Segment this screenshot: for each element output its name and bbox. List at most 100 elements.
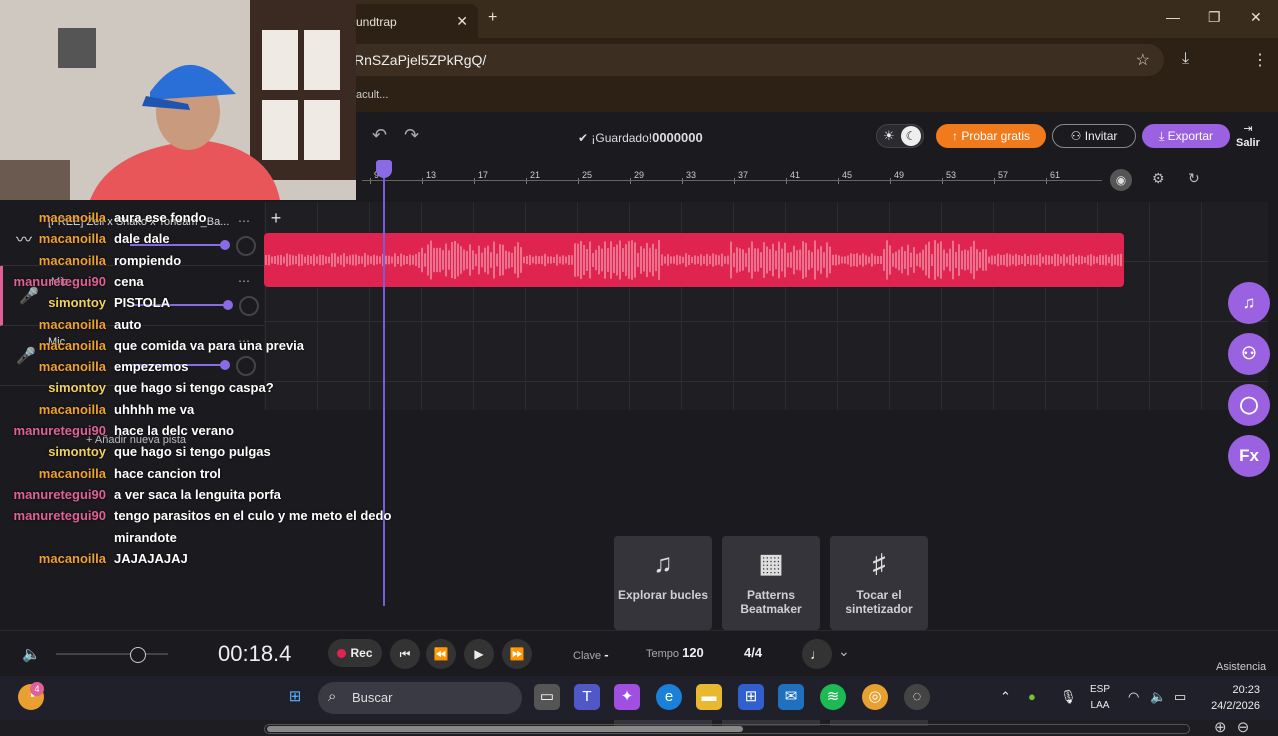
settings-gear-icon[interactable]: ⚙ [1152,170,1165,187]
chat-message: macanoilla dale dale [0,231,170,247]
ruler-tick: 57 [993,170,1009,184]
ruler-tick: 61 [1045,170,1061,184]
store-icon[interactable]: ⊞ [738,684,764,710]
rewind-button[interactable]: ⏪ [426,639,456,669]
chat-text: JAJAJAJAJ [114,550,188,566]
volume-icon[interactable]: 🔈 [22,645,41,663]
lane[interactable] [264,322,1268,382]
microphone-icon[interactable]: 🎙 [1060,689,1077,705]
try-free-label: Probar gratis [961,129,1031,143]
chat-text: dale dale [114,231,170,247]
outlook-icon[interactable]: ✉ [778,684,804,710]
battery-icon[interactable]: ▭ [1174,689,1186,705]
zoom-out-icon[interactable]: ⊖ [1237,719,1250,736]
chat-message: simontoy que hago si tengo caspa? [0,380,273,395]
chat-message: macanoilla rompiendo [0,253,181,268]
metronome-icon[interactable]: ♩ [802,639,832,669]
taskbar-search[interactable]: ⌕ Buscar [318,682,522,714]
chrome-icon[interactable]: ◎ [862,684,888,710]
bookmark-item[interactable]: acult... [356,89,388,101]
ruler-tick: 37 [733,170,749,184]
browser-tab[interactable]: undtrap ✕ [350,4,478,38]
chat-text: hace cancion trol [114,465,221,481]
music-note-icon[interactable]: ♫ [1228,282,1270,324]
quick-action-tile[interactable]: ♫ Explorar bucles [614,536,712,630]
tile-label: Tocar el sintetizador [845,588,913,616]
theme-toggle[interactable]: ☀ ☾ [876,124,924,148]
headphones-icon[interactable]: ◉ [1110,169,1132,191]
clock[interactable]: 20:23 24/2/2026 [1208,682,1260,714]
assistance-link[interactable]: Asistencia [1216,661,1266,673]
ruler-tick: 13 [421,170,437,184]
undo-icon[interactable]: ↶ [372,125,387,146]
invite-button[interactable]: ⚇ Invitar [1052,124,1136,148]
chat-username: simontoy [48,444,106,460]
chat-icon[interactable]: ◯ [1228,384,1270,426]
bookmark-star-icon[interactable]: ☆ [1136,50,1150,70]
horizontal-scrollbar[interactable] [264,724,1190,734]
restore-icon[interactable]: ❐ [1208,9,1221,26]
download-icon[interactable]: ⤓ [1182,50,1189,68]
chat-text: uhhhh me va [114,401,195,417]
spotify-icon[interactable]: ≋ [820,684,846,710]
quick-action-tile[interactable]: ▦ Patterns Beatmaker [722,536,820,630]
quick-action-tile[interactable]: ♯ Tocar el sintetizador [830,536,928,630]
chat-message: mirandote [0,530,177,545]
chat-message: manuretegui90 cena [0,274,144,289]
file-explorer-icon[interactable]: ▬ [696,684,722,710]
copilot-icon[interactable]: ✦ [614,684,640,710]
obs-icon[interactable]: ◌ [904,684,930,710]
export-button[interactable]: ⤓ Exportar [1142,124,1230,148]
tempo-selector[interactable]: Tempo 120 [646,645,704,660]
address-bar[interactable]: RnSZaPjel5ZPkRgQ/ ☆ [340,44,1164,76]
fast-forward-button[interactable]: ⏩ [502,639,532,669]
tile-label: Explorar bucles [617,588,709,602]
search-icon: ⌕ [328,688,337,705]
windows-start-icon[interactable]: ⊞ [282,684,308,710]
new-tab-icon[interactable]: + [488,9,497,27]
chat-message: macanoilla que comida va para una previa [0,338,304,353]
chat-username: macanoilla [38,401,106,417]
chat-text: aura ese fondo [114,210,207,225]
task-view-icon[interactable]: ▭ [534,684,560,710]
windows-taskbar: ◔ 4 ⊞ ⌕ Buscar ▭ T ✦ e ▬ ⊞ ✉ ≋ ◎ ◌ ⌃ ● 🎙 … [0,676,1278,720]
tray-app-icon[interactable]: ● [1028,689,1036,704]
teams-icon[interactable]: T [574,684,600,710]
fx-icon[interactable]: Fx [1228,435,1270,477]
chat-message: macanoilla uhhhh me va [0,401,194,417]
transport-bar: 🔈 00:18.4 Rec ⏮ ⏪ ▶ ⏩ Clave - Tempo 120 … [0,630,1278,676]
language-indicator[interactable]: ESP LAA [1090,682,1110,714]
redo-icon[interactable]: ↷ [404,125,419,146]
chevron-down-icon[interactable]: ⌄ [838,643,850,660]
menu-icon[interactable]: ⋮ [1252,50,1268,70]
grid-line [1201,202,1202,410]
skip-to-start-button[interactable]: ⏮ [390,639,420,669]
close-window-icon[interactable]: ✕ [1250,9,1262,26]
chat-text: que hago si tengo caspa? [114,380,274,396]
master-volume-slider[interactable] [56,647,168,663]
loop-icon[interactable]: ↻ [1188,170,1200,187]
search-label: Buscar [352,690,393,705]
speaker-icon[interactable]: 🔈 [1150,689,1166,705]
record-button[interactable]: Rec [328,639,382,667]
collaborators-icon[interactable]: ⚇ [1228,333,1270,375]
key-selector[interactable]: Clave - [573,647,609,662]
edge-icon[interactable]: e [656,684,682,710]
play-button[interactable]: ▶ [464,639,494,669]
check-icon: ✔ [578,131,592,145]
show-hidden-icons[interactable]: ⌃ [1000,689,1011,705]
zoom-controls: ⊕ ⊖ [1214,718,1249,736]
close-tab-icon[interactable]: ✕ [456,13,468,30]
meter-selector[interactable]: 4/4 [744,645,762,660]
zoom-in-icon[interactable]: ⊕ [1214,719,1227,736]
chat-username: simontoy [48,295,106,311]
wifi-icon[interactable]: ◠ [1128,689,1139,705]
scrollbar-thumb[interactable] [267,726,743,732]
chat-text: cena [114,273,144,289]
exit-button[interactable]: ⇥ Salir [1236,122,1260,150]
minimize-icon[interactable]: — [1166,9,1180,25]
chat-message: macanoilla empezemos [0,359,189,374]
chat-username: manuretegui90 [13,423,106,438]
try-free-button[interactable]: ↑ Probar gratis [936,124,1046,148]
chat-username: macanoilla [38,231,106,247]
